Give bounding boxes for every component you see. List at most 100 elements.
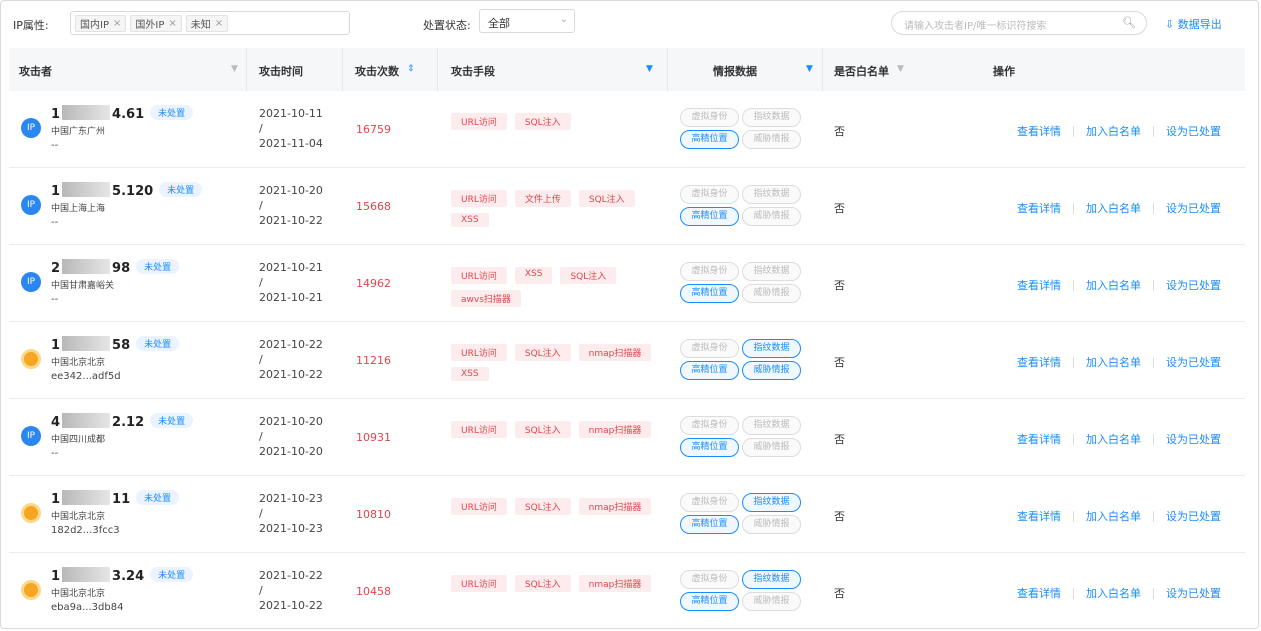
attacker-ip[interactable]: 1 11 未处置 <box>51 490 180 507</box>
view-detail-link[interactable]: 查看详情 <box>1017 277 1061 293</box>
attacker-ip[interactable]: 4 2.12 未处置 <box>51 413 194 430</box>
add-whitelist-link[interactable]: 加入白名单 <box>1086 123 1141 139</box>
mark-handled-link[interactable]: 设为已处置 <box>1166 200 1221 216</box>
col-whitelist: 是否白名单 <box>834 65 889 78</box>
add-whitelist-link[interactable]: 加入白名单 <box>1086 200 1141 216</box>
intel-tag: 虚拟身份 <box>680 416 739 435</box>
device-avatar-icon <box>21 349 41 369</box>
attack-methods: URL访问 SQL注入 nmap扫描器 <box>451 421 666 438</box>
intel-tag[interactable]: 高精位置 <box>680 207 739 226</box>
attacker-location: 中国北京北京 <box>51 358 106 368</box>
view-detail-link[interactable]: 查看详情 <box>1017 200 1061 216</box>
intel-data: 虚拟身份 指纹数据 高精位置 威胁情报 <box>680 570 805 611</box>
method-tag: URL访问 <box>451 190 507 207</box>
close-icon[interactable]: × <box>113 18 121 29</box>
attack-count: 15668 <box>356 200 391 213</box>
filter-bar: IP属性: 国内IP × 国外IP × 未知 × 处置状态: 全部 ⌄ 请输入攻击者I… <box>1 1 1258 47</box>
filter-icon[interactable]: ▼ <box>646 64 653 74</box>
view-detail-link[interactable]: 查看详情 <box>1017 354 1061 370</box>
attacker-ip[interactable]: 1 5.120 未处置 <box>51 182 203 199</box>
ip-attr-select[interactable]: 国内IP × 国外IP × 未知 × <box>70 11 350 35</box>
attack-methods: URL访问 SQL注入 nmap扫描器 XSS <box>451 344 666 381</box>
search-icon[interactable]: 🔍︎ <box>1122 16 1136 29</box>
add-whitelist-link[interactable]: 加入白名单 <box>1086 585 1141 601</box>
ip-chip[interactable]: 国外IP × <box>130 14 182 32</box>
row-actions: 查看详情 加入白名单 设为已处置 <box>1017 277 1221 293</box>
attacker-uid: -- <box>51 140 59 151</box>
view-detail-link[interactable]: 查看详情 <box>1017 508 1061 524</box>
attacker-ip[interactable]: 1 3.24 未处置 <box>51 567 194 584</box>
mark-handled-link[interactable]: 设为已处置 <box>1166 354 1221 370</box>
attack-time: 2021-10-11/2021-11-04 <box>259 107 323 150</box>
mark-handled-link[interactable]: 设为已处置 <box>1166 123 1221 139</box>
col-method: 攻击手段 <box>451 65 495 78</box>
col-count[interactable]: 攻击次数 <box>355 63 399 79</box>
close-icon[interactable]: × <box>215 18 223 29</box>
sort-icon[interactable]: ⇕ <box>407 64 415 74</box>
attacker-location: 中国北京北京 <box>51 589 106 599</box>
intel-data: 虚拟身份 指纹数据 高精位置 威胁情报 <box>680 185 805 226</box>
method-tag: SQL注入 <box>514 113 571 130</box>
ip-avatar-icon: IP <box>21 426 41 446</box>
whitelist-value: 否 <box>834 356 845 369</box>
mark-handled-link[interactable]: 设为已处置 <box>1166 508 1221 524</box>
search-input[interactable]: 请输入攻击者IP/唯一标识符搜索 🔍︎ <box>891 11 1147 35</box>
ip-chip[interactable]: 未知 × <box>185 14 229 32</box>
mark-handled-link[interactable]: 设为已处置 <box>1166 585 1221 601</box>
ip-chip[interactable]: 国内IP × <box>75 14 127 32</box>
attack-time: 2021-10-20/2021-10-22 <box>259 184 323 227</box>
intel-tag[interactable]: 高精位置 <box>680 515 739 534</box>
attacker-ip[interactable]: 1 4.61 未处置 <box>51 105 194 122</box>
intel-tag[interactable]: 高精位置 <box>680 361 739 380</box>
intel-tag: 虚拟身份 <box>680 339 739 358</box>
attacker-uid: -- <box>51 448 59 459</box>
attack-count: 10810 <box>356 508 391 521</box>
method-tag: URL访问 <box>451 575 507 592</box>
attack-count: 10931 <box>356 431 391 444</box>
filter-icon[interactable]: ▼ <box>231 64 238 74</box>
intel-tag[interactable]: 高精位置 <box>680 284 739 303</box>
table-row: 1 3.24 未处置 中国北京北京 eba9a...3db84 2021-10-22/20… <box>9 553 1245 628</box>
status-select[interactable]: 全部 ⌄ <box>479 9 575 33</box>
view-detail-link[interactable]: 查看详情 <box>1017 585 1061 601</box>
method-tag: URL访问 <box>451 421 507 438</box>
attacker-uid: -- <box>51 294 59 305</box>
masked-ip-segment <box>62 105 111 120</box>
add-whitelist-link[interactable]: 加入白名单 <box>1086 277 1141 293</box>
add-whitelist-link[interactable]: 加入白名单 <box>1086 431 1141 447</box>
view-detail-link[interactable]: 查看详情 <box>1017 431 1061 447</box>
intel-tag[interactable]: 高精位置 <box>680 130 739 149</box>
intel-data: 虚拟身份 指纹数据 高精位置 威胁情报 <box>680 339 805 380</box>
intel-tag: 虚拟身份 <box>680 570 739 589</box>
attack-time: 2021-10-22/2021-10-22 <box>259 569 323 612</box>
intel-tag[interactable]: 指纹数据 <box>742 493 801 512</box>
intel-tag: 虚拟身份 <box>680 493 739 512</box>
attack-count: 14962 <box>356 277 391 290</box>
add-whitelist-link[interactable]: 加入白名单 <box>1086 508 1141 524</box>
intel-tag[interactable]: 威胁情报 <box>742 361 801 380</box>
intel-tag: 威胁情报 <box>742 515 801 534</box>
row-actions: 查看详情 加入白名单 设为已处置 <box>1017 200 1221 216</box>
intel-tag[interactable]: 高精位置 <box>680 438 739 457</box>
mark-handled-link[interactable]: 设为已处置 <box>1166 431 1221 447</box>
status-badge: 未处置 <box>136 490 180 505</box>
method-tag: SQL注入 <box>514 498 571 515</box>
method-tag: awvs扫描器 <box>451 290 521 307</box>
intel-tag[interactable]: 指纹数据 <box>742 339 801 358</box>
filter-icon[interactable]: ▼ <box>806 64 813 74</box>
attacker-ip[interactable]: 1 58 未处置 <box>51 336 180 353</box>
intel-tag: 虚拟身份 <box>680 262 739 281</box>
add-whitelist-link[interactable]: 加入白名单 <box>1086 354 1141 370</box>
attacker-list-panel: IP属性: 国内IP × 国外IP × 未知 × 处置状态: 全部 ⌄ 请输入攻击者I… <box>0 0 1259 629</box>
device-avatar-icon <box>21 503 41 523</box>
attacker-ip[interactable]: 2 98 未处置 <box>51 259 180 276</box>
ip-avatar-icon: IP <box>21 118 41 138</box>
filter-icon[interactable]: ▼ <box>897 64 904 74</box>
intel-tag[interactable]: 指纹数据 <box>742 570 801 589</box>
export-button[interactable]: ⇩ 数据导出 <box>1165 16 1222 32</box>
whitelist-value: 否 <box>834 125 845 138</box>
close-icon[interactable]: × <box>168 18 176 29</box>
view-detail-link[interactable]: 查看详情 <box>1017 123 1061 139</box>
mark-handled-link[interactable]: 设为已处置 <box>1166 277 1221 293</box>
intel-tag[interactable]: 高精位置 <box>680 592 739 611</box>
